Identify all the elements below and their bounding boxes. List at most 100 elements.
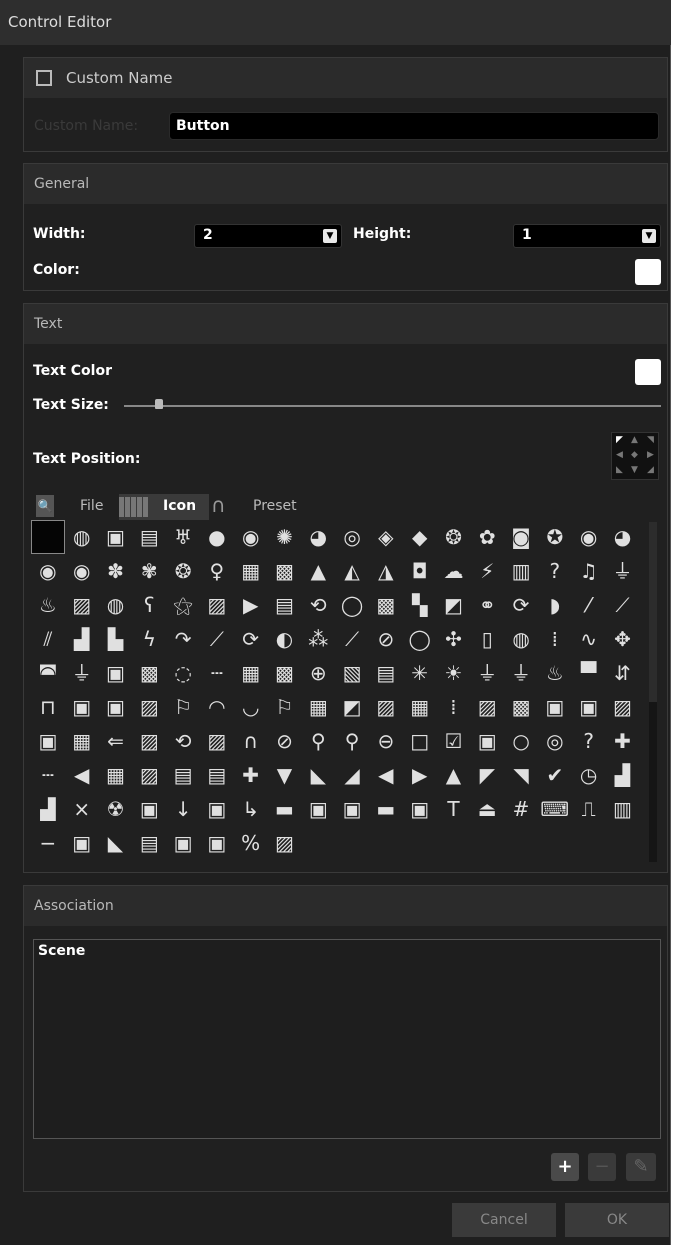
- icon-cell[interactable]: ⌨: [538, 792, 572, 826]
- icon-cell[interactable]: ▦: [234, 554, 268, 588]
- icon-cell[interactable]: ▤: [200, 758, 234, 792]
- icon-grid-scrollbar[interactable]: [649, 522, 657, 862]
- icon-cell[interactable]: ⚡: [470, 554, 504, 588]
- icon-cell[interactable]: ⏚: [504, 656, 538, 690]
- icon-cell[interactable]: ◀: [65, 758, 99, 792]
- ok-button[interactable]: OK: [565, 1203, 669, 1237]
- icon-cell-selected[interactable]: [31, 520, 65, 554]
- icon-cell[interactable]: ▣: [99, 690, 133, 724]
- icon-cell[interactable]: ▟: [65, 622, 99, 656]
- icon-cell[interactable]: ⁞: [538, 622, 572, 656]
- icon-cell[interactable]: ✳: [403, 656, 437, 690]
- icon-cell[interactable]: ⏏: [470, 792, 504, 826]
- icon-cell[interactable]: ◀: [369, 758, 403, 792]
- icon-cell[interactable]: ⚐: [268, 690, 302, 724]
- icon-cell[interactable]: ◙: [504, 520, 538, 554]
- icon-cell[interactable]: ▨: [132, 758, 166, 792]
- icon-cell[interactable]: ✚: [234, 758, 268, 792]
- icon-cell[interactable]: ▤: [166, 758, 200, 792]
- icon-cell[interactable]: ❂: [166, 554, 200, 588]
- icon-cell[interactable]: ◮: [369, 554, 403, 588]
- icon-cell[interactable]: ✿: [470, 520, 504, 554]
- icon-cell[interactable]: ⊘: [369, 622, 403, 656]
- icon-cell[interactable]: ☑: [437, 724, 471, 758]
- icon-cell[interactable]: ◘: [403, 554, 437, 588]
- icon-cell[interactable]: ●: [200, 520, 234, 554]
- icon-cell[interactable]: ↓: [166, 792, 200, 826]
- icon-cell[interactable]: ▤: [132, 826, 166, 860]
- remove-button[interactable]: −: [588, 1153, 616, 1181]
- icon-cell[interactable]: ⫽: [31, 622, 65, 656]
- icon-cell[interactable]: ♨: [31, 588, 65, 622]
- icon-cell[interactable]: ◉: [234, 520, 268, 554]
- position-top-right-icon[interactable]: ◥: [647, 435, 654, 445]
- position-center-icon[interactable]: ◆: [631, 450, 638, 460]
- icon-cell[interactable]: ▲: [437, 758, 471, 792]
- edit-button[interactable]: ✎: [626, 1153, 656, 1181]
- icon-cell[interactable]: ▨: [65, 588, 99, 622]
- icon-cell[interactable]: ☀: [437, 656, 471, 690]
- icon-cell[interactable]: ⊕: [301, 656, 335, 690]
- position-bottom-icon[interactable]: ▼: [631, 465, 638, 475]
- icon-cell[interactable]: ⟋: [200, 622, 234, 656]
- text-size-handle[interactable]: [155, 399, 163, 409]
- icon-cell[interactable]: ☢: [99, 792, 133, 826]
- icon-cell[interactable]: ◌: [166, 656, 200, 690]
- icon-cell[interactable]: ✚: [606, 724, 640, 758]
- icon-cell[interactable]: ▦: [65, 724, 99, 758]
- text-color-swatch-button[interactable]: [635, 359, 661, 385]
- icon-cell[interactable]: ×: [65, 792, 99, 826]
- icon-cell[interactable]: ↷: [166, 622, 200, 656]
- icon-cell[interactable]: ◎: [335, 520, 369, 554]
- icon-cell[interactable]: ⏚: [606, 554, 640, 588]
- icon-cell[interactable]: ▨: [268, 826, 302, 860]
- icon-cell[interactable]: ◣: [99, 826, 133, 860]
- position-right-icon[interactable]: ▶: [647, 450, 654, 460]
- icon-cell[interactable]: ✽: [99, 554, 133, 588]
- icon-cell[interactable]: ✪: [538, 520, 572, 554]
- cancel-button[interactable]: Cancel: [452, 1203, 556, 1237]
- icon-cell[interactable]: ⟳: [504, 588, 538, 622]
- icon-cell[interactable]: −: [31, 826, 65, 860]
- icon-cell[interactable]: ▬: [369, 792, 403, 826]
- icon-cell[interactable]: ◍: [99, 588, 133, 622]
- icon-cell[interactable]: ☁: [437, 554, 471, 588]
- icon-cell[interactable]: ▣: [65, 826, 99, 860]
- icon-cell[interactable]: ▨: [132, 690, 166, 724]
- icon-cell[interactable]: ◠: [200, 690, 234, 724]
- icon-cell[interactable]: ʕ: [132, 588, 166, 622]
- icon-cell[interactable]: ▨: [606, 690, 640, 724]
- icon-cell[interactable]: ▣: [403, 792, 437, 826]
- icon-cell[interactable]: ⟲: [166, 724, 200, 758]
- icon-cell[interactable]: ⇵: [606, 656, 640, 690]
- icon-cell[interactable]: ⎍: [572, 792, 606, 826]
- icon-cell[interactable]: ◩: [437, 588, 471, 622]
- icon-cell[interactable]: ↳: [234, 792, 268, 826]
- icon-cell[interactable]: ⁞: [437, 690, 471, 724]
- icon-cell[interactable]: ⏚: [470, 656, 504, 690]
- icon-cell[interactable]: ▶: [403, 758, 437, 792]
- icon-cell[interactable]: ?: [538, 554, 572, 588]
- icon-cell[interactable]: ▚: [403, 588, 437, 622]
- custom-name-checkbox[interactable]: [36, 70, 52, 86]
- icon-cell[interactable]: ▨: [200, 724, 234, 758]
- icon-cell[interactable]: ◉: [572, 520, 606, 554]
- icon-cell[interactable]: ▣: [31, 724, 65, 758]
- text-size-slider[interactable]: [124, 399, 661, 409]
- chevron-down-icon[interactable]: ▼: [642, 229, 656, 243]
- icon-cell[interactable]: ▬: [268, 792, 302, 826]
- icon-cell[interactable]: ⊓: [31, 690, 65, 724]
- icon-cell[interactable]: ♅: [166, 520, 200, 554]
- icon-cell[interactable]: ▨: [369, 690, 403, 724]
- icon-cell[interactable]: ▦: [403, 690, 437, 724]
- icon-cell[interactable]: ◣: [301, 758, 335, 792]
- icon-cell[interactable]: ▣: [200, 792, 234, 826]
- icon-cell[interactable]: ⚭: [470, 588, 504, 622]
- icon-cell[interactable]: ▤: [132, 520, 166, 554]
- icon-cell[interactable]: ▦: [234, 656, 268, 690]
- icon-grid-scroll-thumb[interactable]: [649, 522, 657, 702]
- icon-cell[interactable]: ▨: [200, 588, 234, 622]
- icon-cell[interactable]: ▧: [335, 656, 369, 690]
- icon-cell[interactable]: ▣: [538, 690, 572, 724]
- icon-cell[interactable]: ▣: [99, 656, 133, 690]
